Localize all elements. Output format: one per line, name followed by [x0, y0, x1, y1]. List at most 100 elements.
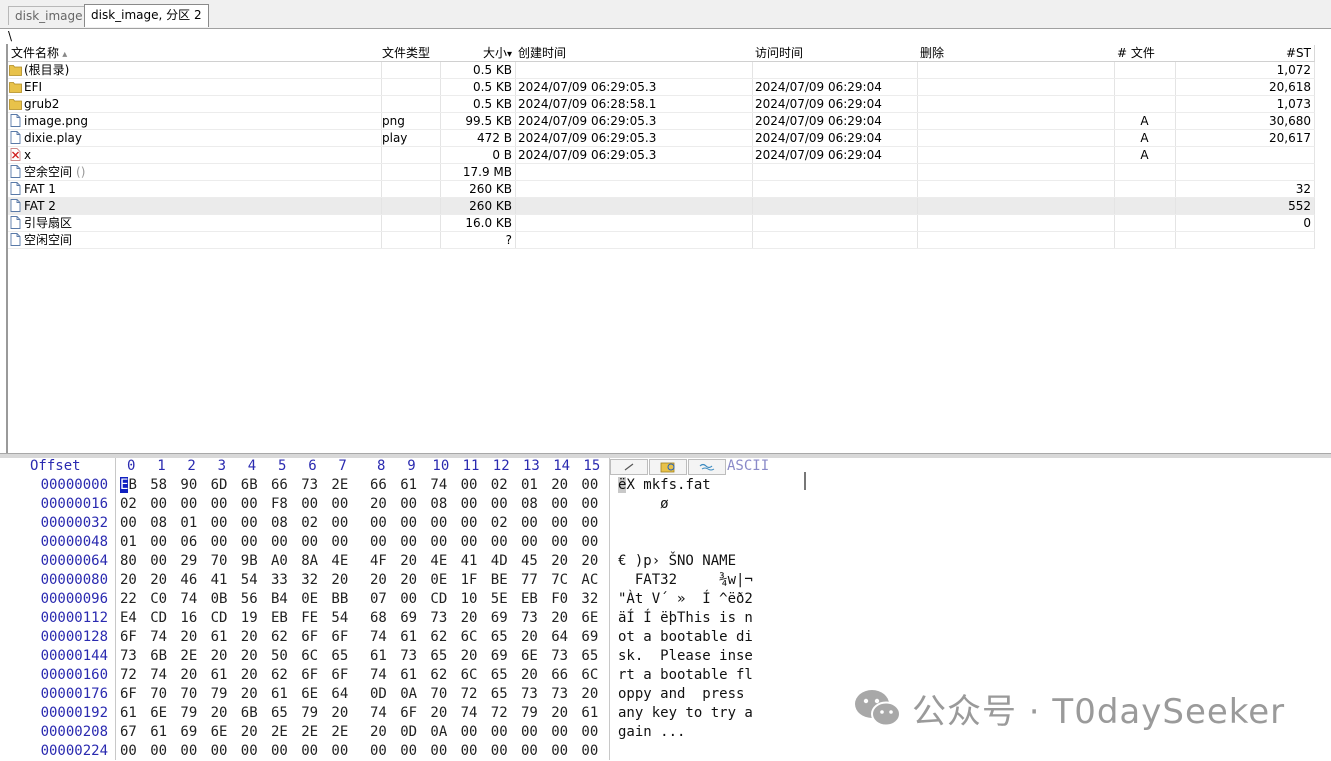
hex-byte[interactable]: 2E — [331, 723, 355, 742]
hex-byte[interactable]: 77 — [521, 571, 545, 590]
ascii-row[interactable]: FAT32 ¾w|¬ — [618, 571, 753, 590]
hex-byte[interactable]: 6F — [331, 666, 355, 685]
hex-byte[interactable]: 6F — [301, 666, 325, 685]
hex-byte[interactable]: 73 — [551, 685, 575, 704]
hex-byte[interactable]: 65 — [430, 647, 454, 666]
hex-byte[interactable]: 61 — [211, 628, 235, 647]
hex-byte[interactable]: 70 — [211, 552, 235, 571]
hex-byte[interactable]: 6D — [211, 476, 235, 495]
hex-byte[interactable]: 4E — [430, 552, 454, 571]
hex-byte[interactable]: 00 — [430, 533, 454, 552]
hex-byte[interactable]: B4 — [271, 590, 295, 609]
hex-byte[interactable]: 73 — [400, 647, 424, 666]
ascii-row[interactable]: gain ... — [618, 723, 685, 742]
hex-byte[interactable]: 00 — [551, 514, 575, 533]
hex-byte[interactable]: 65 — [271, 704, 295, 723]
hex-byte[interactable]: 0E — [430, 571, 454, 590]
tab-disk-image-partition-2[interactable]: disk_image, 分区 2 — [84, 4, 209, 27]
hex-byte[interactable]: 64 — [551, 628, 575, 647]
hex-byte[interactable]: 61 — [400, 628, 424, 647]
hex-byte[interactable]: 20 — [120, 571, 144, 590]
hex-byte[interactable]: 20 — [180, 628, 204, 647]
hex-byte[interactable]: 6F — [301, 628, 325, 647]
col-name-header[interactable]: 文件名称 ▴ — [8, 45, 382, 62]
hex-byte[interactable]: 61 — [400, 666, 424, 685]
hex-byte[interactable]: 20 — [430, 704, 454, 723]
hex-byte[interactable]: 1F — [461, 571, 485, 590]
hex-byte[interactable]: C0 — [150, 590, 174, 609]
hex-byte[interactable]: 46 — [180, 571, 204, 590]
hex-byte[interactable]: 00 — [461, 533, 485, 552]
hex-byte[interactable]: 72 — [120, 666, 144, 685]
hex-byte[interactable]: 29 — [180, 552, 204, 571]
hex-byte[interactable]: 6E — [211, 723, 235, 742]
hex-byte[interactable]: 0D — [400, 723, 424, 742]
hex-byte[interactable]: 00 — [331, 514, 355, 533]
hex-byte[interactable]: 74 — [370, 628, 394, 647]
hex-byte[interactable]: 67 — [120, 723, 144, 742]
hex-byte[interactable]: 00 — [180, 742, 204, 761]
hex-byte[interactable]: 00 — [491, 495, 515, 514]
hex-byte[interactable]: 00 — [581, 533, 605, 552]
hex-byte[interactable]: 6C — [581, 666, 605, 685]
hex-byte[interactable]: F0 — [551, 590, 575, 609]
hex-byte[interactable]: 68 — [370, 609, 394, 628]
hex-byte[interactable]: 9B — [241, 552, 265, 571]
hex-byte[interactable]: CD — [211, 609, 235, 628]
hex-byte[interactable]: 20 — [521, 666, 545, 685]
hex-byte[interactable]: 4D — [491, 552, 515, 571]
hex-byte[interactable]: 6E — [581, 609, 605, 628]
hex-byte[interactable]: 73 — [301, 476, 325, 495]
hex-byte[interactable]: 19 — [241, 609, 265, 628]
hex-byte[interactable]: 33 — [271, 571, 295, 590]
hex-byte[interactable]: 00 — [461, 742, 485, 761]
hex-byte[interactable]: 00 — [581, 742, 605, 761]
ascii-row[interactable]: rt a bootable fl — [618, 666, 753, 685]
hex-byte[interactable]: 00 — [430, 514, 454, 533]
hex-byte[interactable]: EB — [120, 476, 144, 495]
hex-byte[interactable]: 01 — [521, 476, 545, 495]
hex-byte[interactable]: 20 — [400, 552, 424, 571]
hex-byte[interactable]: 0E — [301, 590, 325, 609]
hex-byte[interactable]: 20 — [241, 647, 265, 666]
hex-byte[interactable]: 69 — [581, 628, 605, 647]
hex-byte[interactable]: 20 — [241, 723, 265, 742]
hex-byte[interactable]: 20 — [211, 647, 235, 666]
hex-byte[interactable]: 20 — [370, 723, 394, 742]
hex-byte[interactable]: 00 — [180, 495, 204, 514]
hex-byte[interactable]: 62 — [271, 628, 295, 647]
hex-byte[interactable]: 00 — [521, 533, 545, 552]
hex-byte[interactable]: 41 — [211, 571, 235, 590]
file-row[interactable]: 空闲空间? — [8, 232, 1315, 249]
hex-byte[interactable]: 00 — [400, 742, 424, 761]
hex-byte[interactable]: 00 — [521, 723, 545, 742]
hex-byte[interactable]: 6C — [461, 628, 485, 647]
file-row[interactable]: dixie.play play 472 B 2024/07/09 06:29:05.3… — [8, 130, 1315, 147]
hex-byte[interactable]: 5E — [491, 590, 515, 609]
col-files-header[interactable]: # 文件 — [1114, 45, 1176, 62]
search-folder-button[interactable] — [649, 459, 687, 475]
hex-byte[interactable]: 02 — [120, 495, 144, 514]
hex-byte[interactable]: 20 — [241, 628, 265, 647]
hex-byte[interactable]: 20 — [551, 704, 575, 723]
hex-byte[interactable]: 74 — [150, 628, 174, 647]
hex-byte[interactable]: 00 — [211, 495, 235, 514]
hex-byte[interactable]: 07 — [370, 590, 394, 609]
hex-byte[interactable]: 6B — [241, 476, 265, 495]
hex-byte[interactable]: 6E — [150, 704, 174, 723]
hex-byte[interactable]: 08 — [521, 495, 545, 514]
hex-byte[interactable]: 6E — [301, 685, 325, 704]
hex-byte[interactable]: 00 — [241, 495, 265, 514]
hex-byte[interactable]: 00 — [370, 742, 394, 761]
hex-byte[interactable]: 72 — [461, 685, 485, 704]
hex-byte[interactable]: 02 — [491, 514, 515, 533]
hex-byte[interactable]: 73 — [430, 609, 454, 628]
hex-byte[interactable]: 61 — [271, 685, 295, 704]
hex-byte[interactable]: 6B — [241, 704, 265, 723]
hex-byte[interactable]: 61 — [211, 666, 235, 685]
hex-byte[interactable]: 00 — [370, 514, 394, 533]
hex-byte[interactable]: 8A — [301, 552, 325, 571]
hex-byte[interactable]: AC — [581, 571, 605, 590]
hex-byte[interactable]: 00 — [461, 495, 485, 514]
hex-byte[interactable]: 00 — [370, 533, 394, 552]
